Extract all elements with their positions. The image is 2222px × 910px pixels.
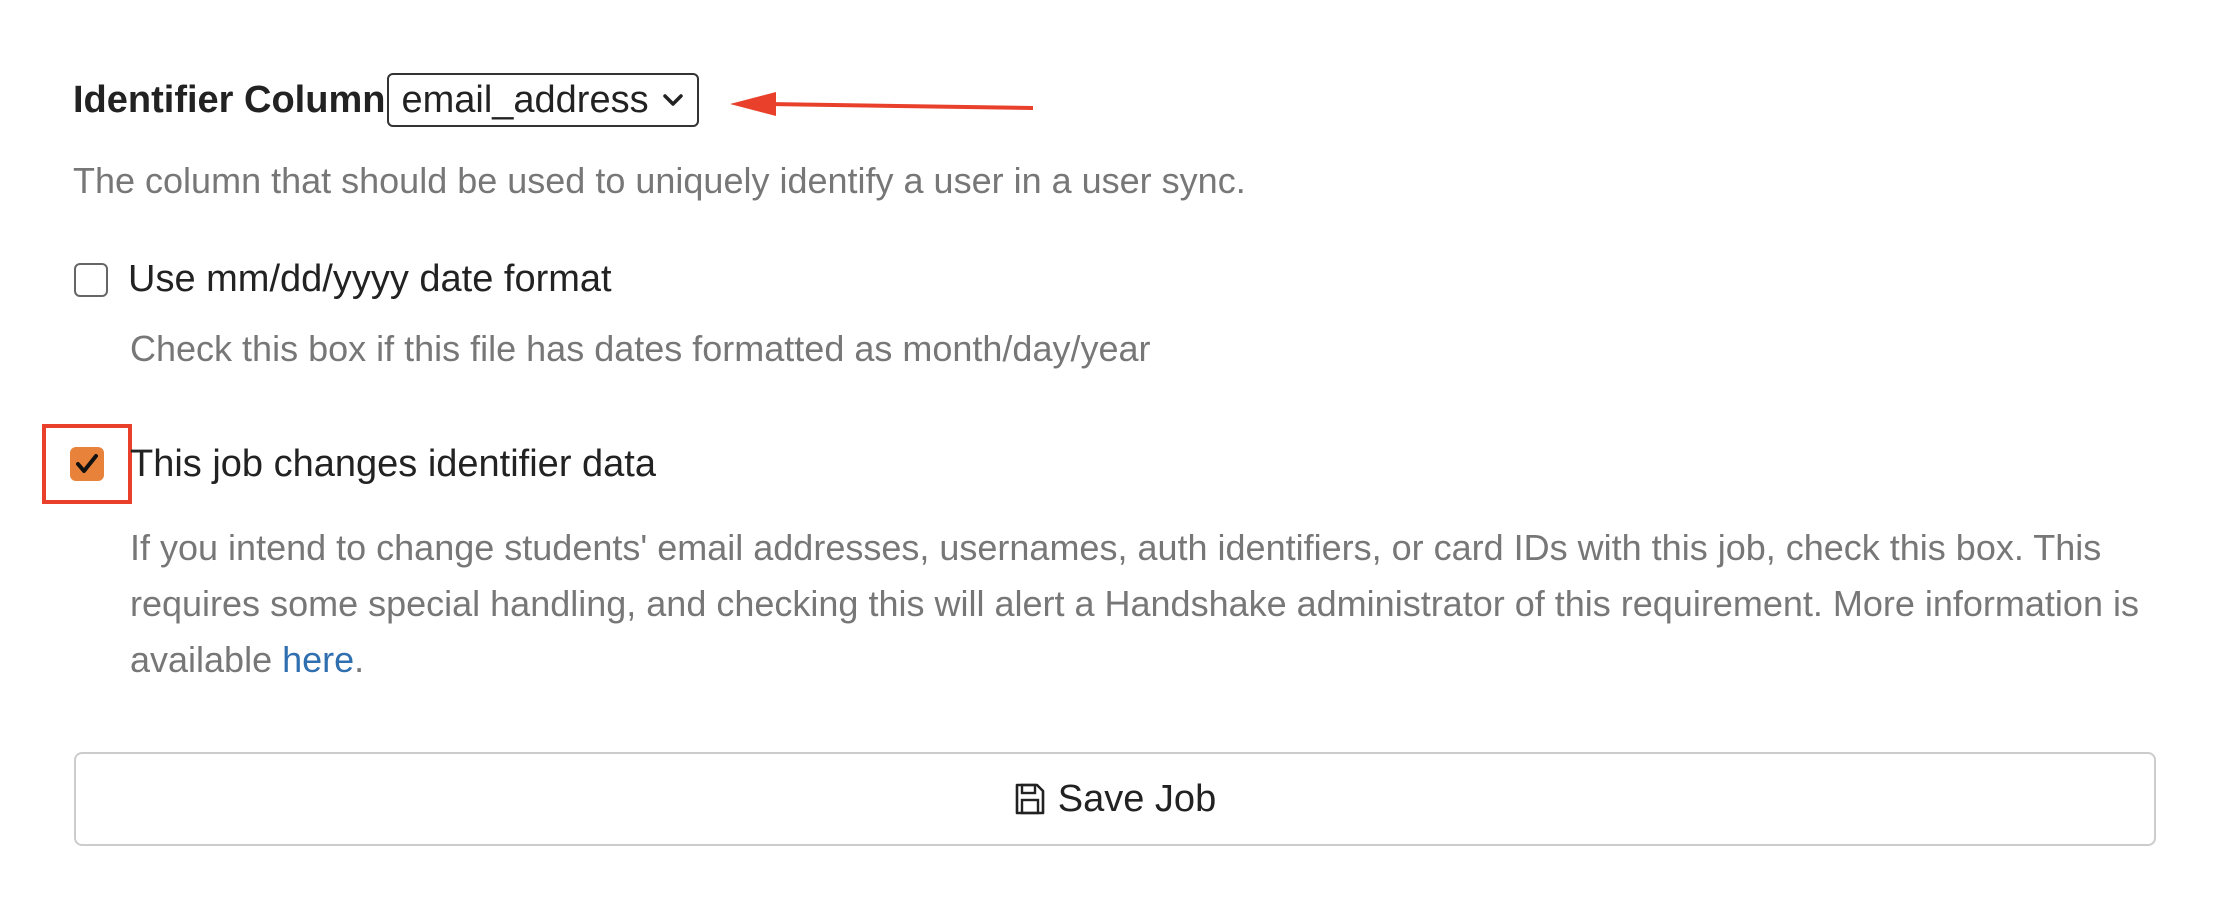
save-job-label: Save Job xyxy=(1057,777,1217,820)
date-format-checkbox[interactable] xyxy=(74,262,108,297)
identifier-change-label[interactable]: This job changes identifier data xyxy=(130,443,656,486)
identifier-column-select-value: email_address xyxy=(401,78,649,121)
identifier-change-help-text: If you intend to change students' email … xyxy=(130,527,2139,680)
job-settings-form: Identifier Column email_address The colu… xyxy=(0,0,2222,910)
identifier-column-label: Identifier Column xyxy=(73,79,386,121)
save-icon xyxy=(1015,783,1045,815)
more-info-link[interactable]: here xyxy=(282,639,354,680)
identifier-column-select[interactable]: email_address xyxy=(387,73,700,127)
date-format-label[interactable]: Use mm/dd/yyyy date format xyxy=(128,258,612,301)
identifier-column-row: Identifier Column email_address xyxy=(73,72,700,128)
checkmark-icon xyxy=(76,454,98,473)
identifier-change-help-suffix: . xyxy=(354,639,365,680)
identifier-change-option: This job changes identifier data xyxy=(42,424,656,504)
save-job-button[interactable]: Save Job xyxy=(74,752,2156,846)
date-format-help: Check this box if this file has dates fo… xyxy=(130,328,1151,369)
annotation-arrow xyxy=(730,92,1034,116)
annotation-highlight-box xyxy=(42,424,132,504)
identifier-column-help: The column that should be used to unique… xyxy=(73,160,1246,201)
identifier-change-checkbox[interactable] xyxy=(70,447,104,481)
date-format-option: Use mm/dd/yyyy date format xyxy=(74,258,612,301)
chevron-down-icon xyxy=(663,94,684,106)
identifier-change-help: If you intend to change students' email … xyxy=(130,520,2160,688)
